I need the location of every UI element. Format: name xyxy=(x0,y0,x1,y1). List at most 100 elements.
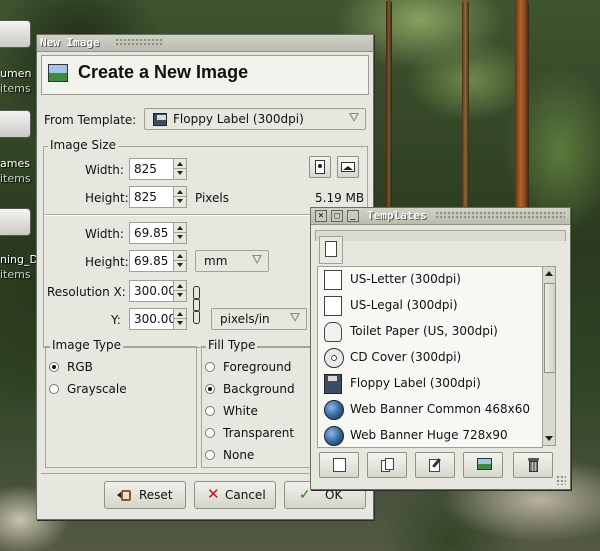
resolution-x-value: 300.000 xyxy=(134,284,174,298)
tree-trunk xyxy=(386,0,392,210)
chevron-down-icon xyxy=(290,313,300,322)
tree-trunk xyxy=(462,0,469,220)
new-image-titlebar[interactable]: New Image xyxy=(37,35,373,52)
floppy-icon xyxy=(153,113,167,126)
resolution-y-label: Y: xyxy=(111,313,121,327)
width-mm-value: 69.85 xyxy=(134,226,169,240)
cancel-icon: ✕ xyxy=(207,485,220,503)
chain-link-icon[interactable] xyxy=(191,282,201,330)
page-icon xyxy=(324,296,342,316)
create-image-button[interactable] xyxy=(463,452,503,478)
template-item-label: US-Legal (300dpi) xyxy=(350,298,458,312)
titlebar-grip xyxy=(115,38,163,47)
reset-button[interactable]: Reset xyxy=(104,481,186,509)
fill-background-label: Background xyxy=(223,382,295,396)
templates-window: × □ _ Templates US-Letter (300dpi) US-Le… xyxy=(310,207,571,490)
template-list[interactable]: US-Letter (300dpi) US-Legal (300dpi) Toi… xyxy=(317,266,543,448)
width-pixels-input[interactable]: 825 xyxy=(129,158,187,180)
template-list-item[interactable]: US-Legal (300dpi) xyxy=(318,293,542,319)
template-list-item[interactable]: CD Cover (300dpi) xyxy=(318,345,542,371)
floppy-icon xyxy=(324,374,342,394)
chevron-down-icon xyxy=(252,255,262,264)
template-list-scrollbar[interactable] xyxy=(542,266,556,446)
template-item-label: Web Banner Huge 728x90 xyxy=(350,428,508,442)
image-type-rgb-label: RGB xyxy=(67,360,93,374)
resolution-y-input[interactable]: 300.000 xyxy=(129,308,187,330)
phys-width-label: Width: xyxy=(85,227,124,241)
resolution-unit-value: pixels/in xyxy=(220,312,270,326)
height-mm-stepper[interactable] xyxy=(173,251,186,271)
desktop-icon-label: ames xyxy=(0,157,30,170)
template-item-label: Web Banner Common 468x60 xyxy=(350,402,531,416)
desktop-folder-icon[interactable] xyxy=(0,110,34,138)
scroll-thumb[interactable] xyxy=(544,283,556,373)
resolution-x-input[interactable]: 300.000 xyxy=(129,280,187,302)
image-size-title: Image Size xyxy=(48,138,119,152)
desktop-folder-icon[interactable] xyxy=(0,208,34,236)
resolution-x-stepper[interactable] xyxy=(173,281,186,301)
globe-icon xyxy=(324,400,344,420)
duplicate-template-button[interactable] xyxy=(367,452,407,478)
desktop-icon-sublabel: items xyxy=(0,268,31,281)
minimize-icon[interactable]: _ xyxy=(347,210,359,222)
template-item-label: Toilet Paper (US, 300dpi) xyxy=(350,324,498,338)
scroll-up-icon[interactable] xyxy=(545,271,553,276)
scroll-down-icon[interactable] xyxy=(545,436,553,441)
portrait-icon xyxy=(315,160,325,174)
page-icon xyxy=(324,270,342,290)
duplicate-template-icon xyxy=(381,458,394,472)
templates-tab-button[interactable] xyxy=(319,236,343,264)
template-combo[interactable]: Floppy Label (300dpi) xyxy=(144,108,366,130)
template-list-item[interactable]: Toilet Paper (US, 300dpi) xyxy=(318,319,542,345)
dialog-heading: Create a New Image xyxy=(78,62,249,82)
unit-combo-value: mm xyxy=(204,254,228,268)
resolution-unit-combo[interactable]: pixels/in xyxy=(211,308,307,330)
resize-grip[interactable] xyxy=(556,475,566,485)
height-pixels-input[interactable]: 825 xyxy=(129,186,187,208)
fill-white-label: White xyxy=(223,404,258,418)
width-label: Width: xyxy=(85,163,124,177)
size-units-label: Pixels xyxy=(195,191,230,205)
desktop-folder-icon[interactable] xyxy=(0,20,34,48)
landscape-button[interactable] xyxy=(337,156,359,178)
landscape-icon xyxy=(341,162,355,172)
image-type-grayscale-label: Grayscale xyxy=(67,382,127,396)
cd-icon xyxy=(324,348,344,368)
height-stepper[interactable] xyxy=(173,187,186,207)
template-item-label: US-Letter (300dpi) xyxy=(350,272,461,286)
delete-template-button[interactable] xyxy=(513,452,553,478)
desktop-icon-sublabel: items xyxy=(0,82,31,95)
new-template-button[interactable] xyxy=(319,452,359,478)
template-list-item[interactable]: Web Banner Common 468x60 xyxy=(318,397,542,423)
edit-template-button[interactable] xyxy=(415,452,455,478)
new-image-icon xyxy=(48,64,68,82)
width-mm-stepper[interactable] xyxy=(173,223,186,243)
resolution-y-value: 300.000 xyxy=(134,312,174,326)
cancel-label: Cancel xyxy=(225,488,266,502)
edit-template-icon xyxy=(429,458,442,472)
globe-icon xyxy=(324,426,344,446)
unit-combo[interactable]: mm xyxy=(195,250,269,272)
height-mm-input[interactable]: 69.85 xyxy=(129,250,187,272)
image-type-title: Image Type xyxy=(50,338,123,352)
ok-label: OK xyxy=(325,488,343,502)
resolution-y-stepper[interactable] xyxy=(173,309,186,329)
maximize-icon[interactable]: □ xyxy=(331,210,343,222)
width-stepper[interactable] xyxy=(173,159,186,179)
template-list-item[interactable]: Floppy Label (300dpi) xyxy=(318,371,542,397)
template-item-label: Floppy Label (300dpi) xyxy=(350,376,481,390)
template-list-item[interactable]: US-Letter (300dpi) xyxy=(318,267,542,293)
portrait-button[interactable] xyxy=(309,156,331,178)
templates-tabbar xyxy=(315,230,566,241)
width-mm-input[interactable]: 69.85 xyxy=(129,222,187,244)
template-combo-value: Floppy Label (300dpi) xyxy=(173,112,304,126)
resolution-x-label: Resolution X: xyxy=(47,285,126,299)
template-list-item[interactable]: Web Banner Huge 728x90 xyxy=(318,423,542,447)
height-pixels-value: 825 xyxy=(134,190,157,204)
close-icon[interactable]: × xyxy=(315,210,327,222)
cancel-button[interactable]: ✕ Cancel xyxy=(194,481,276,509)
height-label: Height: xyxy=(85,191,129,205)
desktop-icon-label: umen xyxy=(0,67,32,80)
templates-titlebar[interactable]: × □ _ Templates xyxy=(311,208,570,225)
window-title: New Image xyxy=(40,36,100,49)
